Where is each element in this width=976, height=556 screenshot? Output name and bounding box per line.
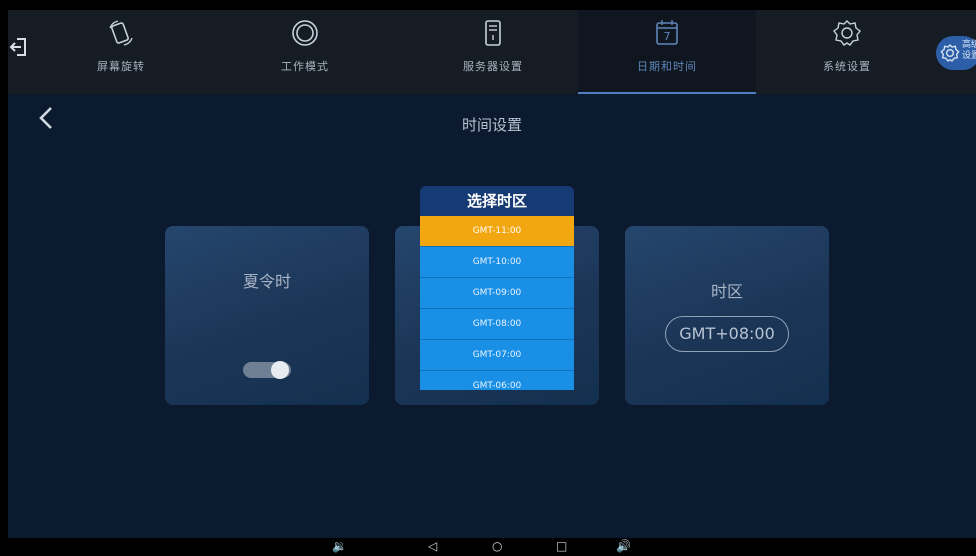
volume-up-icon[interactable]: 🔊 <box>616 539 631 553</box>
tab-work-mode[interactable]: 工作模式 <box>234 10 376 94</box>
dst-toggle[interactable] <box>243 361 291 379</box>
tab-server-settings[interactable]: 服务器设置 <box>414 10 572 94</box>
tab-label: 服务器设置 <box>463 60 523 73</box>
advanced-settings-button[interactable]: 高级 设置 <box>936 36 976 70</box>
volume-down-icon[interactable]: 🔉 <box>332 539 347 553</box>
active-tab-indicator <box>578 92 756 94</box>
advanced-gear-icon <box>940 44 960 62</box>
timezone-option[interactable]: GMT-09:00 <box>420 278 574 309</box>
timezone-option[interactable]: GMT-06:00 <box>420 371 574 390</box>
timezone-option[interactable]: GMT-08:00 <box>420 309 574 340</box>
timezone-option[interactable]: GMT-11:00 <box>420 216 574 247</box>
home-icon[interactable]: ○ <box>492 539 502 553</box>
dst-card: 夏令时 <box>165 226 369 405</box>
tab-date-time[interactable]: 7 日期和时间 <box>578 10 756 94</box>
back-icon[interactable]: ◁ <box>428 539 437 553</box>
timezone-option[interactable]: GMT-10:00 <box>420 247 574 278</box>
tab-screen-rotation[interactable]: 屏幕旋转 <box>50 10 192 94</box>
android-navigation-bar: 🔉 ◁ ○ □ 🔊 <box>0 538 976 556</box>
gear-icon <box>832 18 862 48</box>
exit-icon[interactable] <box>8 34 30 60</box>
calendar-icon: 7 <box>652 18 682 48</box>
timezone-card: 时区 GMT+08:00 <box>625 226 829 405</box>
tab-label: 系统设置 <box>823 60 871 73</box>
app-window: 屏幕旋转 工作模式 服务器设置 7 日期和时间 系统设置 高级 设置 时间设置 … <box>8 10 976 538</box>
toggle-knob <box>271 361 289 379</box>
top-navigation: 屏幕旋转 工作模式 服务器设置 7 日期和时间 系统设置 高级 设置 <box>8 10 976 94</box>
timezone-picker-title: 选择时区 <box>420 186 574 216</box>
phone-rotate-icon <box>106 18 136 48</box>
timezone-value-button[interactable]: GMT+08:00 <box>665 316 789 352</box>
timezone-picker: 选择时区 GMT-11:00 GMT-10:00 GMT-09:00 GMT-0… <box>420 186 574 390</box>
tab-system-settings[interactable]: 系统设置 <box>772 10 922 94</box>
dst-title: 夏令时 <box>242 272 291 291</box>
recents-icon[interactable]: □ <box>556 539 567 553</box>
tab-label: 日期和时间 <box>637 60 697 73</box>
tab-label: 工作模式 <box>281 60 329 73</box>
timezone-title: 时区 <box>710 282 743 301</box>
advanced-settings-label: 高级 设置 <box>962 40 976 61</box>
circle-mode-icon <box>290 18 320 48</box>
page-title: 时间设置 <box>461 116 522 134</box>
tab-label: 屏幕旋转 <box>97 60 145 73</box>
timezone-option[interactable]: GMT-07:00 <box>420 340 574 371</box>
calendar-day: 7 <box>663 30 671 43</box>
server-icon <box>478 18 508 48</box>
